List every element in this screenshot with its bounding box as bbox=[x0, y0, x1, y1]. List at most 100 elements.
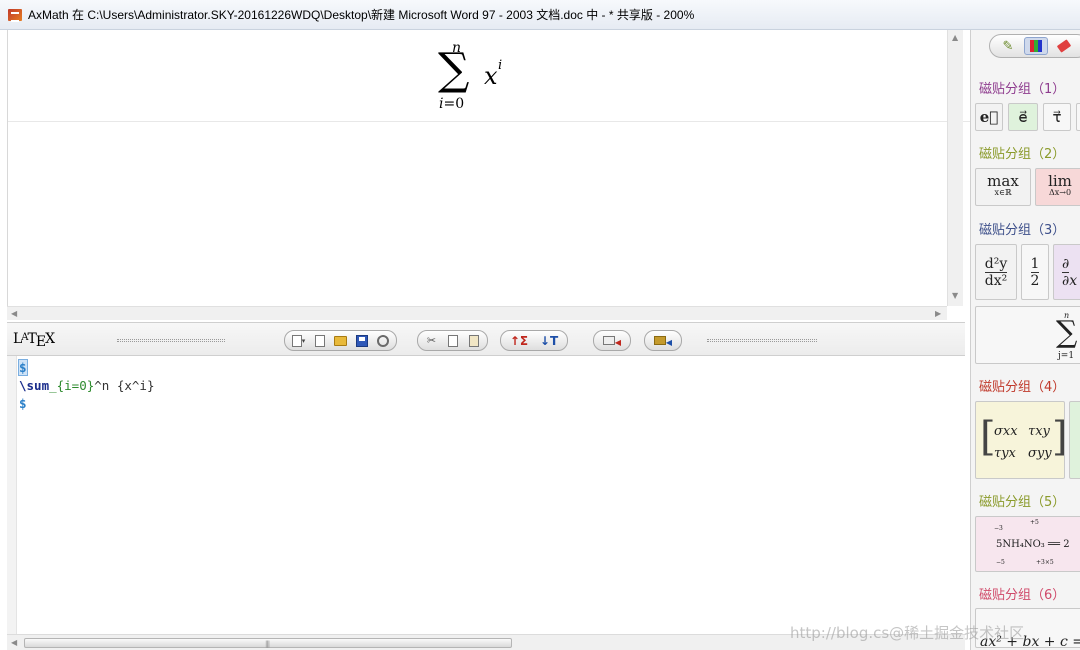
export-button-group: ◀ bbox=[593, 330, 631, 351]
scroll-up-icon[interactable]: ▲ bbox=[952, 34, 958, 42]
redox-charge-b: +5 bbox=[1030, 519, 1039, 526]
eraser-icon bbox=[1056, 39, 1072, 53]
open-button[interactable] bbox=[331, 332, 350, 349]
scroll-left-icon[interactable]: ◀ bbox=[11, 310, 17, 318]
rendered-formula[interactable]: n ∑ x i i=0 bbox=[436, 38, 526, 118]
sum-command: \sum bbox=[19, 378, 50, 393]
tile-group-title-4: 磁贴分组（4） bbox=[979, 380, 1066, 395]
convert-button-group: ↑Σ ↓T bbox=[500, 330, 568, 351]
sum-superscript: ^n bbox=[94, 378, 110, 393]
sigma-up-icon: ↑Σ bbox=[509, 333, 529, 348]
toolbox-button[interactable]: ◀ bbox=[649, 332, 677, 349]
formula-line: n ∑ x i i=0 bbox=[8, 30, 971, 122]
tile-summation[interactable]: n ∑ j=1 bbox=[975, 306, 1080, 364]
watermark: http://blog.cs@稀土掘金技术社区 bbox=[790, 624, 1025, 642]
scroll-down-icon[interactable]: ▼ bbox=[952, 292, 958, 300]
matrix-cell-11: σxx bbox=[994, 424, 1018, 439]
matrix-right-bracket: ] bbox=[1052, 414, 1064, 460]
cut-button[interactable]: ✂ bbox=[422, 332, 441, 349]
scroll-right-icon[interactable]: ▶ bbox=[935, 310, 941, 318]
math-delimiter-close: $ bbox=[19, 396, 27, 411]
sum-argument: {x^i} bbox=[109, 378, 155, 393]
latex-code[interactable]: $ \sum_{i=0}^n {x^i} $ bbox=[18, 359, 154, 413]
tile-partial-green[interactable] bbox=[1069, 401, 1080, 479]
tile-panel: ✎ 磁贴分组（1） e⃗ e⃗ τ⃗ 磁贴分组（2） max x∈ℝ lim Δ… bbox=[970, 30, 1080, 650]
tab-brush[interactable]: ✎ bbox=[996, 37, 1020, 55]
to-formula-button[interactable]: ↑Σ bbox=[505, 332, 533, 349]
editor-scroll-thumb[interactable]: ||| bbox=[24, 638, 512, 648]
editor-gutter bbox=[7, 356, 17, 634]
to-latex-button[interactable]: ↓T bbox=[535, 332, 563, 349]
editor-scroll-left-icon[interactable]: ◀ bbox=[11, 639, 17, 647]
tile-partial[interactable] bbox=[1076, 103, 1080, 131]
tile-max-label: max bbox=[987, 172, 1019, 190]
file-button-group: ▾ bbox=[284, 330, 397, 351]
brush-icon: ✎ bbox=[1002, 38, 1014, 54]
redox-transfer-label: +3×5 bbox=[1036, 559, 1054, 566]
title-bar: AxMath 在 C:\Users\Administrator.SKY-2016… bbox=[0, 0, 1080, 30]
tile-sum-symbol: ∑ bbox=[1056, 315, 1078, 350]
tile-deriv-num: d²y bbox=[984, 255, 1008, 273]
tile-group-title-5: 磁贴分组（5） bbox=[979, 495, 1066, 510]
tile-vector-e[interactable]: e⃗ bbox=[1008, 103, 1038, 131]
redox-charge-c: −5 bbox=[996, 559, 1005, 566]
copy-icon bbox=[447, 334, 458, 347]
tile-group-title-1: 磁贴分组（1） bbox=[979, 82, 1066, 97]
preview-vertical-scrollbar[interactable]: ▲ ▼ bbox=[947, 30, 963, 306]
sum-symbol: ∑ bbox=[438, 44, 470, 95]
copy-button[interactable] bbox=[443, 332, 462, 349]
math-delimiter-open: $ bbox=[18, 359, 28, 376]
tab-eraser[interactable] bbox=[1052, 37, 1076, 55]
tile-deriv-den: dx² bbox=[984, 272, 1008, 289]
tab-tiles[interactable] bbox=[1024, 37, 1048, 55]
tile-lim-sub: Δx→0 bbox=[1048, 188, 1072, 197]
export-button[interactable]: ◀ bbox=[598, 332, 626, 349]
preview-horizontal-scrollbar[interactable]: ◀ ▶ bbox=[7, 306, 947, 320]
tile-vector-e-bold[interactable]: e⃗ bbox=[975, 103, 1003, 131]
matrix-cell-12: τxy bbox=[1028, 424, 1050, 439]
tile-partial-den: ∂x bbox=[1062, 272, 1078, 289]
code-line-2: \sum_{i=0}^n {x^i} bbox=[19, 377, 154, 395]
window-title: AxMath 在 C:\Users\Administrator.SKY-2016… bbox=[28, 8, 695, 22]
axmath-app-icon bbox=[8, 8, 22, 22]
document-menu-button[interactable]: ▾ bbox=[289, 332, 308, 349]
save-icon bbox=[355, 334, 368, 347]
toolbox-icon: ◀ bbox=[653, 334, 672, 348]
tile-stress-matrix[interactable]: [ σxx τxy τyx σyy ] bbox=[975, 401, 1065, 479]
grip-icon: ||| bbox=[265, 640, 270, 648]
tile-max[interactable]: max x∈ℝ bbox=[975, 168, 1031, 206]
toolbar-grip-left bbox=[117, 339, 225, 342]
code-line-3: $ bbox=[19, 395, 154, 413]
toolbar-grip-right bbox=[707, 339, 817, 342]
latex-logo: LATEX bbox=[13, 331, 55, 350]
tile-vector-tau[interactable]: τ⃗ bbox=[1043, 103, 1071, 131]
new-button[interactable] bbox=[310, 332, 329, 349]
save-button[interactable] bbox=[352, 332, 371, 349]
latex-editor[interactable]: $ \sum_{i=0}^n {x^i} $ bbox=[7, 356, 965, 634]
redox-charge-a: −3 bbox=[994, 525, 1003, 532]
formula-preview-pane[interactable]: n ∑ x i i=0 bbox=[7, 30, 971, 320]
tile-partial-derivative[interactable]: ∂ ∂x bbox=[1053, 244, 1080, 300]
matrix-cell-22: σyy bbox=[1028, 446, 1052, 461]
tile-fraction[interactable]: 1 2 bbox=[1021, 244, 1049, 300]
tile-group-title-3: 磁贴分组（3） bbox=[979, 223, 1066, 238]
panel-tab-bar: ✎ bbox=[989, 34, 1080, 58]
tile-lim[interactable]: lim Δx→0 bbox=[1035, 168, 1080, 206]
tile-sum-lower: j=1 bbox=[1058, 351, 1075, 361]
toolbox-button-group: ◀ bbox=[644, 330, 682, 351]
new-doc-icon bbox=[314, 334, 325, 347]
formula-exponent: i bbox=[498, 58, 503, 73]
tile-group-title-2: 磁贴分组（2） bbox=[979, 147, 1066, 162]
tile-frac-num: 1 bbox=[1030, 255, 1040, 273]
export-icon: ◀ bbox=[602, 334, 621, 348]
tile-group-title-6: 磁贴分组（6） bbox=[979, 588, 1066, 603]
code-line-1: $ bbox=[18, 359, 154, 377]
settings-button[interactable] bbox=[373, 332, 392, 349]
grid-icon bbox=[1030, 40, 1042, 52]
redox-formula: 5NH₄NO₃ ══ 2 bbox=[996, 539, 1070, 550]
paste-button[interactable] bbox=[464, 332, 483, 349]
tile-second-derivative[interactable]: d²y dx² bbox=[975, 244, 1017, 300]
formula-base: x bbox=[484, 62, 498, 90]
tile-redox-equation[interactable]: −3 +5 5NH₄NO₃ ══ 2 +3×5 −5 bbox=[975, 516, 1080, 572]
paste-icon bbox=[468, 334, 479, 347]
